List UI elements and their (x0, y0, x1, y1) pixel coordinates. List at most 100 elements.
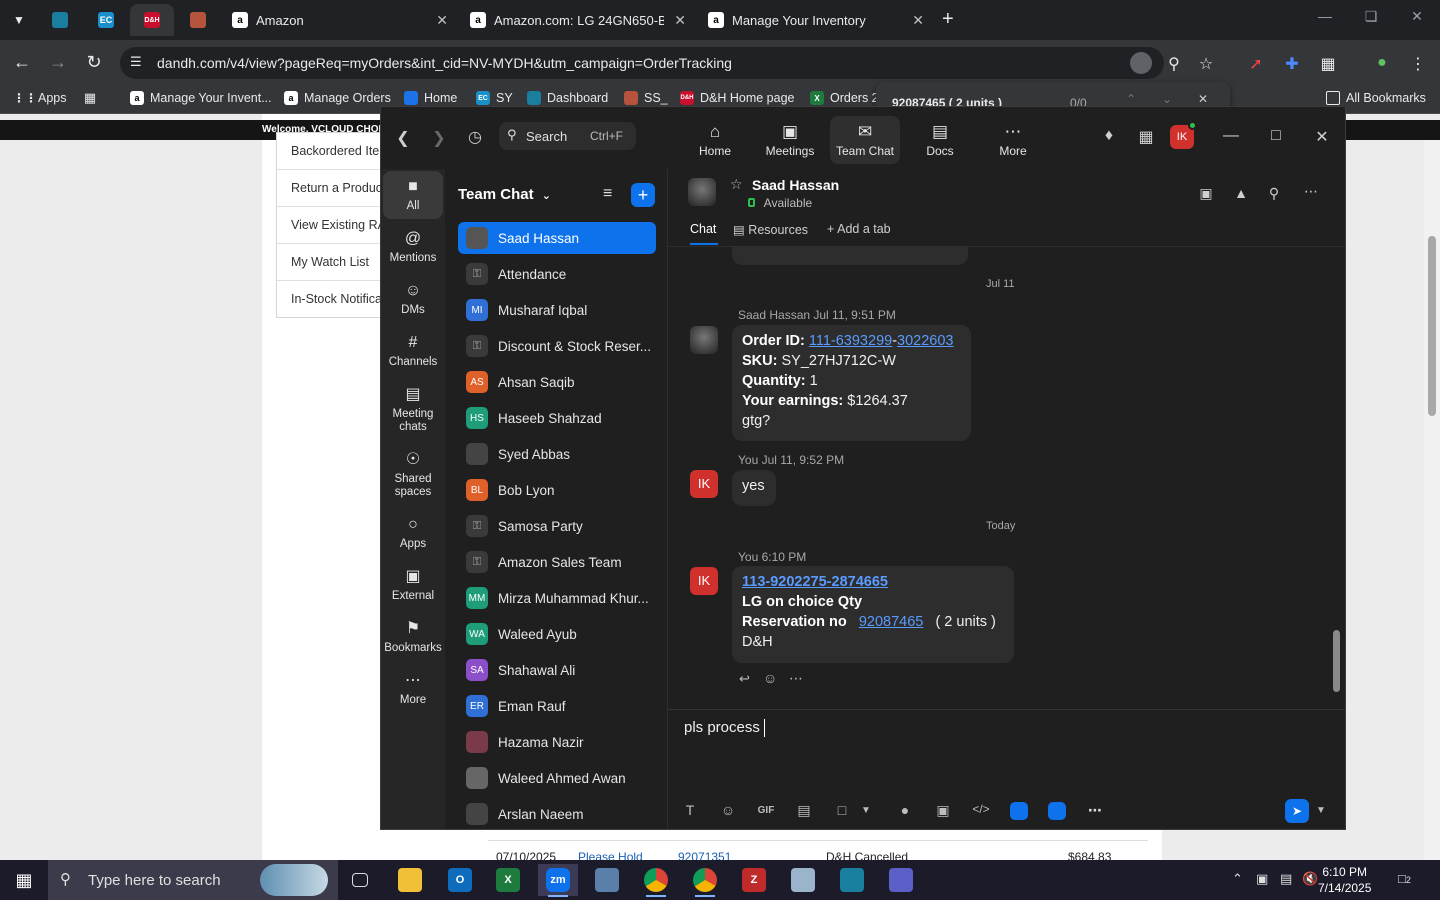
close-window-icon[interactable]: ✕ (1311, 127, 1333, 147)
bell-icon[interactable]: ♦ (1098, 127, 1120, 145)
history-icon[interactable]: ◷ (464, 127, 486, 147)
profile-icon[interactable]: ● (1371, 54, 1393, 72)
nav-team-chat[interactable]: ✉ Team Chat (830, 116, 900, 164)
channel-item[interactable]: Syed Abbas (458, 438, 656, 470)
network-alert-icon[interactable]: ▣ (1256, 871, 1268, 887)
zoom-app-icon[interactable] (1010, 802, 1028, 820)
sender-avatar[interactable] (690, 326, 718, 354)
channel-item[interactable]: ER Eman Rauf (458, 690, 656, 722)
pinned-tab-4[interactable] (176, 4, 220, 36)
extension-plus-icon[interactable]: ✚ (1281, 54, 1303, 74)
channel-item[interactable]: WA Waleed Ayub (458, 618, 656, 650)
chevron-down-icon[interactable]: ▼ (855, 805, 877, 816)
order-link-part2[interactable]: 3022603 (897, 333, 953, 349)
bookmark-sy[interactable]: EC SY (476, 91, 513, 105)
close-icon[interactable]: ✕ (674, 12, 686, 29)
maximize-icon[interactable]: □ (1265, 127, 1287, 145)
chevron-down-icon[interactable]: ▼ (1310, 805, 1332, 816)
forward-icon[interactable]: ❯ (428, 128, 450, 148)
menu-watch-list[interactable]: My Watch List (291, 255, 369, 269)
order-link[interactable]: 113-9202275-2874665 (742, 574, 888, 590)
gif-icon[interactable]: GIF (755, 805, 777, 816)
wifi-icon[interactable]: ▤ (1280, 871, 1292, 887)
profile-avatar[interactable]: IK (1170, 121, 1197, 149)
chevron-up-icon[interactable]: ⌃ (1232, 871, 1243, 887)
bookmark-apps[interactable]: ⋮⋮ Apps (13, 91, 67, 105)
page-scroll-thumb[interactable] (1428, 236, 1436, 416)
nav-docs[interactable]: ▤ Docs (905, 116, 975, 164)
close-icon[interactable]: ✕ (912, 12, 924, 29)
chevron-down-icon[interactable]: ⌄ (1162, 92, 1172, 106)
close-window-icon[interactable]: ✕ (1394, 8, 1440, 25)
lens-icon[interactable] (1130, 52, 1152, 74)
more-dots-icon[interactable]: ⋯ (1300, 183, 1322, 200)
pinned-tab-3-active[interactable]: D&H (130, 4, 174, 36)
extension-arrow-icon[interactable]: ➚ (1245, 54, 1267, 74)
emoji-reaction-icon[interactable]: ☺ (763, 670, 777, 686)
chat-scroll-thumb[interactable] (1333, 630, 1340, 692)
rail-dms[interactable]: ☺ DMs (383, 280, 443, 317)
bookmark-home[interactable]: Home (404, 91, 457, 105)
microphone-icon[interactable]: ● (894, 802, 916, 818)
rail-apps[interactable]: ○ Apps (383, 514, 443, 551)
extensions-puzzle-icon[interactable]: ▦ (1317, 54, 1339, 74)
channel-item[interactable]: Arslan Naeem (458, 798, 656, 830)
chat-contact-name[interactable]: Saad Hassan (752, 177, 839, 193)
star-icon[interactable]: ☆ (1195, 54, 1217, 74)
rail-meeting-chats[interactable]: ▤ Meeting chats (383, 384, 443, 434)
close-icon[interactable]: ✕ (436, 12, 448, 29)
menu-return-product[interactable]: Return a Produc (291, 181, 382, 195)
file-icon[interactable]: ▤ (793, 802, 815, 819)
zoom-taskbar-icon[interactable]: zm (538, 864, 578, 897)
chevron-up-icon[interactable]: ⌃ (1126, 92, 1136, 106)
new-chat-button[interactable]: + (631, 183, 655, 207)
tab-search-button[interactable]: ▼ (0, 4, 38, 36)
nav-meetings[interactable]: ▣ Meetings (755, 116, 825, 164)
contact-avatar[interactable] (688, 178, 716, 206)
rail-bookmarks[interactable]: ⚑ Bookmarks (383, 618, 443, 655)
message-compose-input[interactable]: pls process (684, 719, 765, 738)
calculator-icon[interactable] (587, 864, 627, 896)
bookmark-dh-home[interactable]: D&H D&H Home page (680, 91, 795, 105)
order-link-part1[interactable]: 111-6393299 (809, 333, 892, 349)
nav-home[interactable]: ⌂ Home (680, 116, 750, 164)
forward-icon[interactable]: → (46, 52, 70, 73)
emoji-icon[interactable]: ☺ (717, 802, 739, 818)
more-dots-icon[interactable]: ⋯ (1084, 802, 1106, 819)
restore-icon[interactable]: ❏ (1348, 8, 1394, 25)
channel-item[interactable]: ⚿ Attendance (458, 258, 656, 290)
rail-shared-spaces[interactable]: ☉ Shared spaces (383, 449, 443, 499)
channel-item[interactable]: ⚿ Discount & Stock Reser... (458, 330, 656, 362)
outlook-icon[interactable]: O (440, 864, 480, 896)
clock[interactable]: 6:10 PM 7/14/2025 (1318, 864, 1371, 896)
tab-amazon[interactable]: a Amazon ✕ (222, 4, 458, 36)
chat-tab[interactable]: Chat (690, 222, 716, 236)
volume-muted-icon[interactable]: 🔇 (1302, 871, 1318, 887)
rail-mentions[interactable]: @ Mentions (383, 228, 443, 265)
share-screen-icon[interactable]: ▲ (1230, 185, 1252, 201)
code-icon[interactable]: </> (970, 802, 992, 816)
url-text[interactable]: dandh.com/v4/view?pageReq=myOrders&int_c… (157, 55, 732, 71)
tab-manage-inventory[interactable]: a Manage Your Inventory ✕ (698, 4, 934, 36)
menu-view-ra[interactable]: View Existing RA (291, 218, 386, 232)
bookmark-manage-orders[interactable]: a Manage Orders (284, 91, 391, 105)
zoom-magnifier-icon[interactable]: ⚲ (1163, 54, 1185, 74)
screenshot-icon[interactable]: □ (831, 802, 853, 818)
filter-icon[interactable]: ≡ (603, 185, 612, 203)
notifications-icon[interactable]: □2 (1398, 871, 1411, 886)
channel-item[interactable]: Saad Hassan (458, 222, 656, 254)
send-button[interactable]: ➤ (1285, 799, 1309, 823)
chrome-profile-icon[interactable] (685, 864, 725, 897)
bookmark-orders[interactable]: X Orders 2 (810, 91, 879, 105)
rail-all[interactable]: ■ All (383, 171, 443, 219)
menu-backordered[interactable]: Backordered Ite (291, 144, 379, 158)
minimize-icon[interactable]: — (1220, 127, 1242, 145)
excel-icon[interactable]: X (488, 864, 528, 896)
channel-item[interactable]: Waleed Ahmed Awan (458, 762, 656, 794)
all-bookmarks[interactable]: All Bookmarks (1326, 91, 1426, 105)
my-avatar[interactable]: IK (690, 567, 718, 595)
channel-item[interactable]: HS Haseeb Shahzad (458, 402, 656, 434)
filezilla-icon[interactable]: Z (734, 864, 774, 896)
pinned-tab-1[interactable] (38, 4, 82, 36)
search-icon[interactable]: ⚲ (1263, 185, 1285, 202)
